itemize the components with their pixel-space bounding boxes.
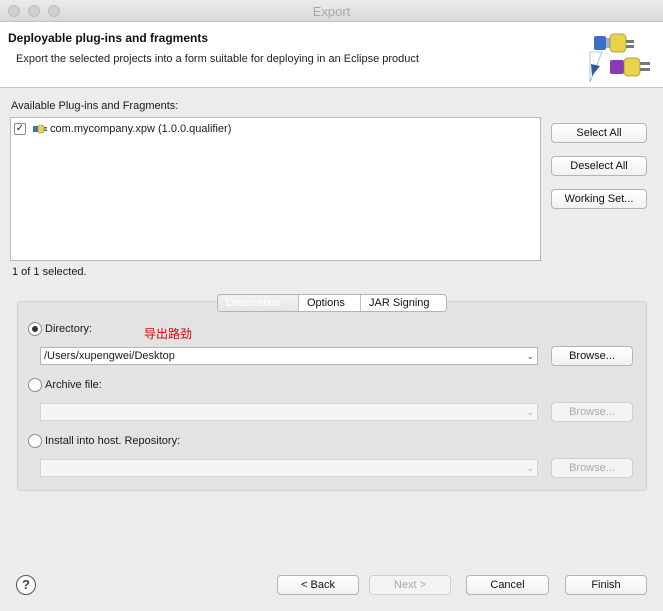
archive-file-combo[interactable]: ⌄ (40, 403, 538, 421)
repository-browse-button[interactable]: Browse... (551, 458, 633, 478)
banner-title: Deployable plug-ins and fragments (8, 31, 209, 45)
back-button[interactable]: < Back (277, 575, 359, 595)
install-into-host-radio[interactable] (28, 434, 42, 448)
directory-combo[interactable]: /Users/xupengwei/Desktop ⌄ (40, 347, 538, 365)
repository-combo[interactable]: ⌄ (40, 459, 538, 477)
plugin-icon (33, 124, 47, 134)
directory-radio[interactable] (28, 322, 42, 336)
chevron-down-icon[interactable]: ⌄ (526, 460, 534, 476)
tab-destination[interactable]: Destination (218, 295, 298, 311)
select-all-button[interactable]: Select All (551, 123, 647, 143)
title-bar: Export (0, 0, 663, 22)
directory-label: Directory: (45, 323, 93, 335)
available-plugins-label: Available Plug-ins and Fragments: (11, 100, 179, 112)
list-item[interactable]: ✓ com.mycompany.xpw (1.0.0.qualifier) (14, 121, 231, 137)
tab-options[interactable]: Options (298, 295, 360, 311)
tab-jar-signing[interactable]: JAR Signing (360, 295, 446, 311)
working-set-button[interactable]: Working Set... (551, 189, 647, 209)
directory-value: /Users/xupengwei/Desktop (44, 350, 175, 362)
install-into-host-label: Install into host. Repository: (45, 435, 181, 447)
archive-browse-button[interactable]: Browse... (551, 402, 633, 422)
directory-browse-button[interactable]: Browse... (551, 346, 633, 366)
archive-file-radio[interactable] (28, 378, 42, 392)
help-icon[interactable]: ? (16, 575, 36, 595)
cancel-button[interactable]: Cancel (466, 575, 549, 595)
annotation-text: 导出路劲 (144, 327, 193, 341)
archive-file-label: Archive file: (45, 379, 102, 391)
plugin-checkbox[interactable]: ✓ (14, 123, 26, 135)
finish-button[interactable]: Finish (565, 575, 647, 595)
wizard-banner: Deployable plug-ins and fragments Export… (0, 22, 663, 88)
selection-status: 1 of 1 selected. (12, 266, 87, 278)
window-title: Export (312, 4, 351, 19)
chevron-down-icon[interactable]: ⌄ (526, 348, 534, 364)
banner-description: Export the selected projects into a form… (16, 53, 419, 65)
plugin-label: com.mycompany.xpw (1.0.0.qualifier) (50, 123, 232, 135)
chevron-down-icon[interactable]: ⌄ (526, 404, 534, 420)
deselect-all-button[interactable]: Deselect All (551, 156, 647, 176)
next-button[interactable]: Next > (369, 575, 451, 595)
plugin-export-wizard-icon (589, 33, 650, 83)
tab-bar: Destination Options JAR Signing (217, 294, 447, 312)
plugin-list[interactable]: ✓ com.mycompany.xpw (1.0.0.qualifier) (10, 117, 541, 261)
